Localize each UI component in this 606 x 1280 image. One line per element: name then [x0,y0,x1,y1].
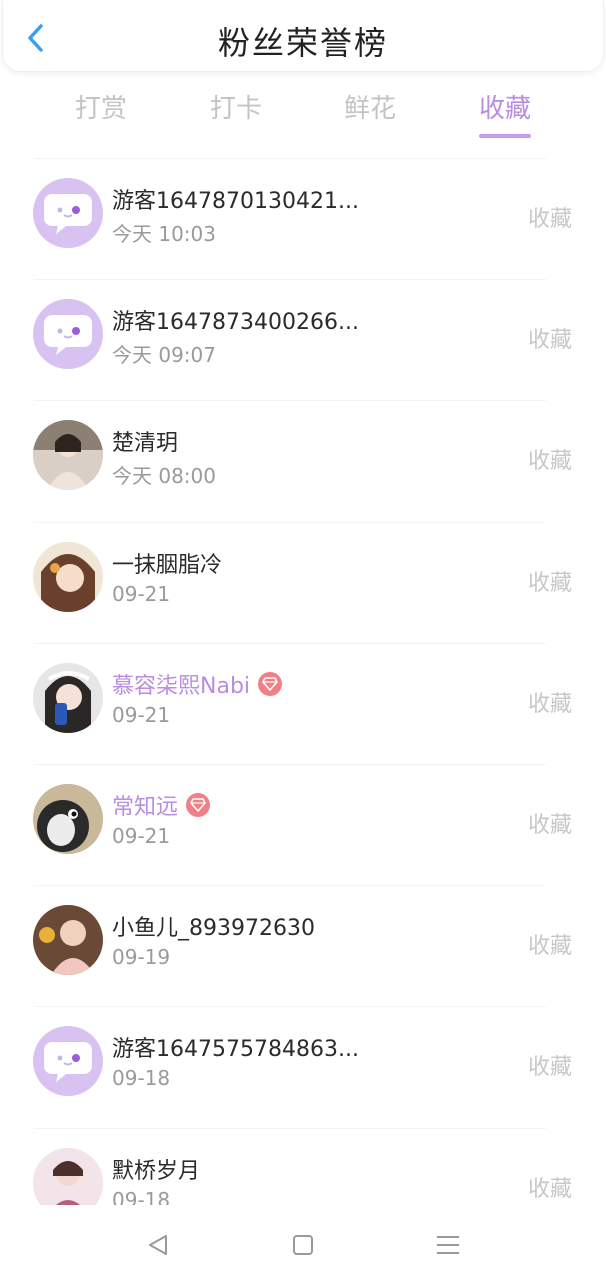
nav-home-button[interactable] [288,1230,318,1260]
favorite-time: 今天 09:07 [112,343,216,368]
list-item[interactable]: 默桥岁月 09-18 收藏 [0,1129,606,1206]
avatar[interactable] [33,299,103,370]
user-photo-icon [33,541,103,612]
penguin-photo-icon [33,783,103,854]
user-photo-icon [33,905,103,976]
fans-list: 游客1647870130421... 今天 10:03 收藏 游客1647873… [0,159,606,1205]
user-name: 常知远 [112,789,211,821]
favorite-action-label: 收藏 [527,570,572,596]
favorite-action-label: 收藏 [527,934,572,960]
avatar[interactable] [33,420,103,491]
favorite-time: 09-18 [112,1187,171,1206]
favorite-action-label: 收藏 [527,328,572,354]
favorite-time: 09-21 [112,823,171,848]
user-name: 一抹胭脂冷 [112,547,222,579]
user-name-text: 默桥岁月 [112,1158,201,1184]
chat-bubble-icon [44,1042,92,1083]
user-name: 游客1647873400266... [112,304,359,336]
fans-honor-page: 粉丝荣誉榜 打赏 打卡 鲜花 收藏 游客1647870130421... 今天 … [0,0,606,1280]
avatar[interactable] [33,905,103,976]
favorite-time: 09-21 [112,581,171,606]
triangle-back-icon [149,1235,167,1255]
active-tab-indicator [479,134,531,138]
tab-flowers[interactable]: 鲜花 [330,88,410,125]
favorite-action-label: 收藏 [527,207,572,232]
square-home-icon [293,1235,313,1255]
user-photo-icon [33,1147,103,1205]
user-name-text: 小鱼儿_893972630 [112,916,315,942]
list-item[interactable]: 慕容柒熙Nabi 09-21 收藏 [0,644,606,765]
menu-lines-icon [437,1236,459,1254]
chat-bubble-icon [44,315,92,356]
system-navigation-bar [0,1206,606,1280]
user-name-text: 游客1647870130421... [112,189,359,214]
favorite-action-label: 收藏 [527,449,572,475]
favorite-time: 09-19 [112,945,171,970]
favorite-time: 09-21 [112,702,171,727]
avatar[interactable] [33,1147,103,1205]
avatar[interactable] [33,541,103,612]
tab-favorites[interactable]: 收藏 [465,88,545,125]
tab-checkin[interactable]: 打卡 [196,88,276,125]
user-name-text: 游客1647575784863... [112,1037,359,1063]
vip-diamond-icon [186,792,211,817]
avatar[interactable] [33,662,103,733]
user-photo-icon [33,420,103,491]
user-name-text: 楚清玥 [112,431,179,457]
nav-menu-button[interactable] [433,1230,463,1260]
favorite-time: 今天 10:03 [112,222,216,246]
favorite-action-label: 收藏 [527,812,572,838]
list-item[interactable]: 游客1647870130421... 今天 10:03 收藏 [0,159,606,281]
favorite-action-label: 收藏 [527,1055,572,1081]
page-title: 粉丝荣誉榜 [217,24,388,62]
list-item[interactable]: 一抹胭脂冷 09-21 收藏 [0,523,606,644]
user-name-text: 游客1647873400266... [112,310,359,336]
list-item[interactable]: 游客1647873400266... 今天 09:07 收藏 [0,280,606,402]
list-item[interactable]: 小鱼儿_893972630 09-19 收藏 [0,886,606,1008]
user-name-text: 常知远 [112,794,179,820]
tab-bar: 打赏 打卡 鲜花 收藏 [0,88,606,148]
user-name-text: 慕容柒熙Nabi [112,673,251,699]
user-name: 楚清玥 [112,425,178,457]
avatar[interactable] [33,178,103,248]
app-header: 粉丝荣誉榜 [2,0,604,72]
user-name: 游客1647575784863... [112,1031,359,1063]
chat-bubble-icon [44,194,92,234]
favorite-time: 09-18 [112,1066,171,1091]
user-name: 慕容柒熙Nabi [112,668,283,700]
tab-reward[interactable]: 打赏 [61,88,141,125]
avatar[interactable] [33,783,103,854]
list-item[interactable]: 游客1647575784863... 09-18 收藏 [0,1007,606,1129]
list-item[interactable]: 常知远 09-21 收藏 [0,765,606,887]
favorite-action-label: 收藏 [527,691,572,717]
user-name: 小鱼儿_893972630 [112,910,315,942]
nav-back-button[interactable] [143,1230,173,1260]
vip-diamond-icon [258,671,283,696]
user-name: 默桥岁月 [112,1153,200,1185]
user-name: 游客1647870130421... [112,183,359,215]
list-item[interactable]: 楚清玥 今天 08:00 收藏 [0,401,606,523]
user-photo-icon [33,662,103,733]
avatar[interactable] [33,1026,103,1097]
favorite-time: 今天 08:00 [112,464,216,489]
favorite-action-label: 收藏 [527,1176,572,1202]
user-name-text: 一抹胭脂冷 [112,552,223,578]
